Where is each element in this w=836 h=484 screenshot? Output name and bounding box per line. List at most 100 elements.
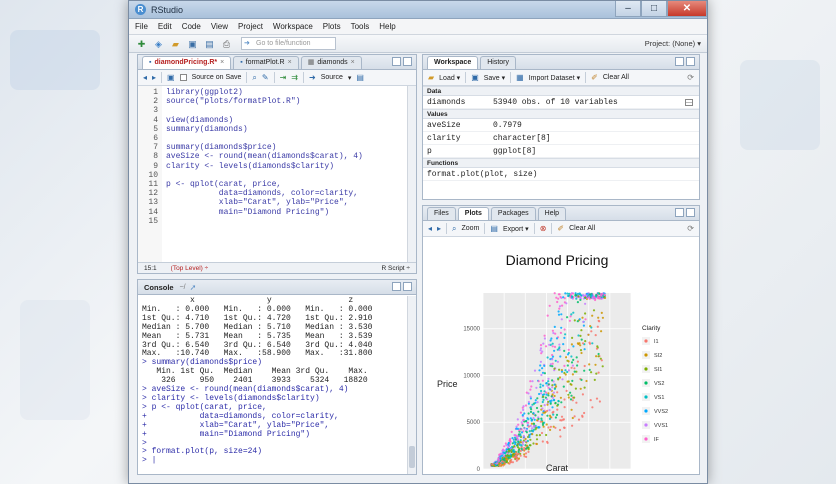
chevron-down-icon[interactable]: ▾	[348, 74, 352, 82]
source-arrow-icon[interactable]: ➜	[309, 73, 316, 82]
close-tab-icon[interactable]: ×	[351, 57, 355, 69]
code-line[interactable]: summary(diamonds)	[166, 125, 363, 134]
save-button[interactable]: Save ▾	[484, 74, 505, 82]
maximize-pane-button[interactable]	[686, 208, 695, 217]
minimize-pane-button[interactable]	[675, 208, 684, 217]
clear-all-button[interactable]: Clear All	[603, 74, 629, 81]
save-all-icon[interactable]: ▤	[203, 38, 216, 50]
rerun-icon[interactable]: ⇉	[291, 73, 298, 82]
clear-plots-button[interactable]: Clear All	[569, 225, 595, 232]
tab-help[interactable]: Help	[537, 207, 567, 220]
code-line[interactable]: xlab="Carat", ylab="Price",	[166, 198, 363, 207]
source-button[interactable]: Source	[321, 74, 343, 81]
code-line[interactable]	[166, 106, 363, 115]
menu-tools[interactable]: Tools	[351, 22, 370, 31]
print-icon[interactable]: ⎙	[220, 38, 233, 50]
previous-plot-icon[interactable]: ◂	[428, 224, 432, 233]
maximize-pane-button[interactable]	[403, 57, 412, 66]
code-text[interactable]: library(ggplot2) source("plots/formatPlot…	[162, 86, 363, 263]
maximize-button[interactable]: □	[641, 1, 667, 17]
tab-formatplot[interactable]: ▪ formatPlot.R ×	[233, 56, 299, 69]
tab-packages[interactable]: Packages	[490, 207, 536, 220]
new-file-icon[interactable]: ✚	[135, 38, 148, 50]
forward-arrow-icon[interactable]: ▸	[152, 73, 156, 82]
maximize-pane-button[interactable]	[686, 57, 695, 66]
save-icon[interactable]: ▣	[186, 38, 199, 50]
compile-icon[interactable]: ▤	[356, 73, 364, 82]
open-project-icon[interactable]: ◈	[152, 38, 165, 50]
menu-file[interactable]: File	[135, 22, 148, 31]
menu-help[interactable]: Help	[379, 22, 395, 31]
tab-files[interactable]: Files	[427, 207, 456, 220]
tab-diamondpricing[interactable]: ▪ diamondPricing.R* ×	[142, 56, 232, 69]
data-point	[523, 455, 526, 458]
console-path[interactable]: ~/	[180, 284, 186, 291]
back-arrow-icon[interactable]: ◂	[143, 73, 147, 82]
env-row-diamonds[interactable]: diamonds 53940 obs. of 10 variables	[423, 96, 699, 109]
menu-plots[interactable]: Plots	[323, 22, 341, 31]
zoom-button[interactable]: Zoom	[462, 225, 480, 232]
project-menu-button[interactable]: Project: (None) ▾	[645, 39, 701, 48]
code-line[interactable]: main="Diamond Pricing")	[166, 208, 363, 217]
menu-workspace[interactable]: Workspace	[273, 22, 313, 31]
menu-edit[interactable]: Edit	[158, 22, 172, 31]
menu-view[interactable]: View	[211, 22, 228, 31]
open-file-icon[interactable]: ▰	[169, 38, 182, 50]
minimize-pane-button[interactable]	[392, 57, 401, 66]
save-icon[interactable]: ▣	[167, 73, 175, 82]
env-row-clarity[interactable]: clarity character[8]	[423, 132, 699, 145]
code-tools-icon[interactable]: ✎	[262, 73, 269, 82]
env-row-avesize[interactable]: aveSize 0.7979	[423, 119, 699, 132]
minimize-pane-button[interactable]	[675, 57, 684, 66]
refresh-icon[interactable]: ⟳	[687, 224, 694, 233]
load-button[interactable]: Load ▾	[439, 74, 460, 82]
next-plot-icon[interactable]: ▸	[437, 224, 441, 233]
minimize-pane-button[interactable]	[392, 282, 401, 291]
view-table-icon[interactable]	[685, 98, 693, 106]
editor-scrollbar[interactable]	[407, 86, 416, 262]
code-line[interactable]: clarity <- levels(diamonds$clarity)	[166, 162, 363, 171]
tab-diamonds[interactable]: ▦ diamonds ×	[300, 56, 362, 69]
line-number: 10	[148, 170, 158, 180]
code-line[interactable]: view(diamonds)	[166, 116, 363, 125]
tab-plots[interactable]: Plots	[457, 207, 489, 220]
remove-plot-icon[interactable]: ⊗	[540, 224, 547, 233]
goto-file-input[interactable]: ➜ Go to file/function	[241, 37, 336, 50]
tab-history[interactable]: History	[480, 56, 517, 69]
env-row-p[interactable]: p ggplot[8]	[423, 145, 699, 158]
console-scrollbar[interactable]	[407, 296, 416, 474]
code-line[interactable]	[166, 134, 363, 143]
code-line[interactable]	[166, 171, 363, 180]
code-line[interactable]: p <- qplot(carat, price,	[166, 180, 363, 189]
env-row-format-plot[interactable]: format.plot(plot, size)	[423, 168, 699, 181]
refresh-icon[interactable]: ⟳	[687, 73, 694, 82]
code-line[interactable]	[166, 217, 363, 226]
tab-workspace[interactable]: Workspace	[427, 56, 479, 69]
code-line[interactable]: data=diamonds, color=clarity,	[166, 189, 363, 198]
menu-code[interactable]: Code	[182, 22, 201, 31]
go-to-directory-icon[interactable]: ➚	[190, 283, 197, 292]
console-output[interactable]: x y z Min. : 0.000 Min. : 0.000 Min. : 0.…	[138, 295, 416, 468]
close-tab-icon[interactable]: ×	[220, 57, 224, 69]
export-button[interactable]: Export ▾	[503, 225, 529, 233]
minimize-button[interactable]: –	[615, 1, 641, 17]
maximize-pane-button[interactable]	[403, 282, 412, 291]
menu-project[interactable]: Project	[238, 22, 263, 31]
code-line[interactable]: summary(diamonds$price)	[166, 143, 363, 152]
close-tab-icon[interactable]: ×	[288, 57, 292, 69]
run-line-icon[interactable]: ⇥	[280, 73, 287, 82]
source-on-save-checkbox[interactable]	[179, 74, 187, 81]
import-dataset-button[interactable]: Import Dataset ▾	[529, 74, 580, 82]
scroll-thumb[interactable]	[409, 446, 415, 468]
data-point	[547, 392, 550, 395]
close-button[interactable]: ✕	[667, 1, 707, 17]
search-icon[interactable]: ⌕	[252, 73, 256, 83]
code-line[interactable]: source("plots/formatPlot.R")	[166, 97, 363, 106]
source-on-save-label[interactable]: Source on Save	[192, 74, 242, 81]
code-line[interactable]: library(ggplot2)	[166, 88, 363, 97]
code-line[interactable]: aveSize <- round(mean(diamonds$carat), 4…	[166, 152, 363, 161]
filetype-selector[interactable]: R Script ÷	[382, 265, 411, 272]
y-tick-label: 15000	[463, 327, 480, 333]
scope-selector[interactable]: (Top Level) ÷	[171, 265, 209, 272]
code-editor[interactable]: 1 2 3 4 5 6 7 8 9 10 11 12 13 14 15 library(ggplot2) so…	[138, 86, 416, 263]
